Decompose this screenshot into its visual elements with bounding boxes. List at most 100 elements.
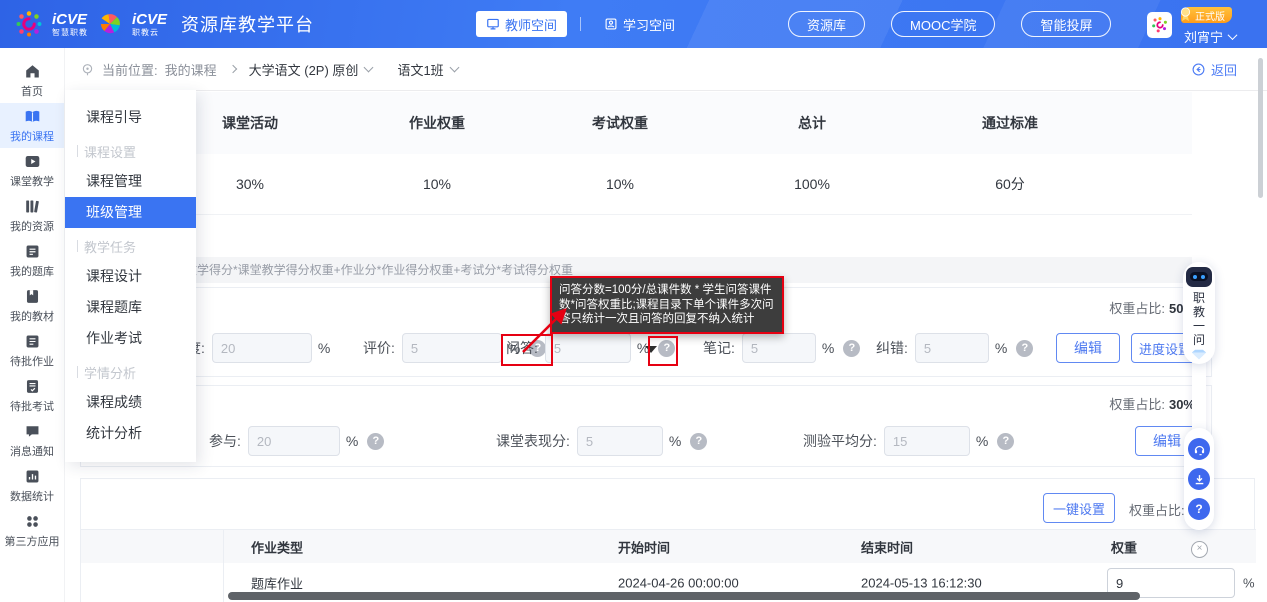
breadcrumb-root[interactable]: 我的课程 bbox=[165, 60, 217, 79]
exam-check-icon bbox=[24, 378, 41, 395]
field-label: 测验平均分: bbox=[803, 431, 877, 451]
homework-list-icon bbox=[24, 333, 41, 350]
menu-item-course-management[interactable]: 课程管理 bbox=[65, 166, 196, 197]
menu-item-course-question-bank[interactable]: 课程题库 bbox=[65, 292, 196, 323]
close-assistant-icon[interactable]: × bbox=[1191, 541, 1208, 558]
user-menu[interactable]: 刘宵宁 bbox=[1184, 27, 1236, 46]
evaluation-input[interactable] bbox=[402, 333, 502, 363]
field-label: 纠错: bbox=[876, 338, 908, 358]
edit-button[interactable]: 编辑 bbox=[1056, 333, 1120, 363]
logo-area: iCVE 智慧职教 iCVE 职教云 资源库教学平台 bbox=[14, 0, 314, 48]
field-error-correction: 纠错: % ? bbox=[876, 333, 1033, 363]
sidebar-item-pending-exams[interactable]: 待批考试 bbox=[0, 373, 64, 418]
menu-item-homework-exam[interactable]: 作业考试 bbox=[65, 323, 196, 354]
sidebar-item-my-courses[interactable]: 我的课程 bbox=[0, 103, 64, 148]
menu-item-statistical-analysis[interactable]: 统计分析 bbox=[65, 418, 196, 449]
sidebar-item-my-resources[interactable]: 我的资源 bbox=[0, 193, 64, 238]
sidebar-item-messages[interactable]: 消息通知 bbox=[0, 418, 64, 463]
menu-item-course-guide[interactable]: 课程引导 bbox=[65, 102, 196, 133]
column-header: 开始时间 bbox=[618, 538, 670, 557]
user-avatar[interactable] bbox=[1147, 12, 1172, 38]
header-nav: 教师空间 学习空间 bbox=[476, 11, 685, 37]
pill-smart-casting[interactable]: 智能投屏 bbox=[1021, 11, 1111, 37]
breadcrumb: 当前位置: 我的课程 大学语文 (2P) 原创 语文1班 bbox=[80, 60, 458, 79]
help-icon[interactable]: ? bbox=[1016, 340, 1033, 357]
start-time-cell: 2024-04-26 00:00:00 bbox=[618, 576, 739, 591]
field-label: 参与: bbox=[209, 431, 241, 451]
menu-item-course-grades[interactable]: 课程成绩 bbox=[65, 387, 196, 418]
one-click-setup-button[interactable]: 一键设置 bbox=[1043, 493, 1115, 523]
sidebar-item-home[interactable]: 首页 bbox=[0, 58, 64, 103]
notes-input[interactable] bbox=[742, 333, 816, 363]
pill-mooc-academy[interactable]: MOOC学院 bbox=[891, 11, 995, 37]
crystal-icon bbox=[1189, 349, 1209, 360]
version-badge-label: 正式版 bbox=[1195, 8, 1225, 23]
qa-input[interactable] bbox=[545, 333, 631, 363]
menu-section-course-settings: 课程设置 bbox=[65, 136, 196, 166]
tooltip-pointer bbox=[645, 346, 657, 353]
sidebar-item-data-statistics[interactable]: 数据统计 bbox=[0, 463, 64, 508]
horizontal-scrollbar[interactable] bbox=[228, 592, 1140, 600]
brand-name: iCVE bbox=[52, 12, 88, 27]
help-icon[interactable]: ? bbox=[367, 433, 384, 450]
app-window: iCVE 智慧职教 iCVE 职教云 资源库教学平台 教师空间 bbox=[0, 0, 1267, 602]
header-quick-links: 资源库 MOOC学院 智能投屏 bbox=[788, 11, 1111, 37]
sidebar-item-label: 待批考试 bbox=[10, 398, 54, 414]
pill-resource-library[interactable]: 资源库 bbox=[788, 11, 865, 37]
sidebar-item-pending-homework[interactable]: 待批作业 bbox=[0, 328, 64, 373]
class-performance-input[interactable] bbox=[577, 426, 663, 456]
assistant-panel[interactable]: 职教一问 bbox=[1183, 262, 1215, 364]
assistant-track bbox=[1192, 358, 1206, 434]
monitor-icon bbox=[486, 17, 500, 31]
customer-service-button[interactable] bbox=[1188, 438, 1210, 460]
help-button[interactable]: ? bbox=[1188, 498, 1210, 520]
chevron-right-icon bbox=[228, 65, 236, 73]
percent-unit: % bbox=[1243, 576, 1255, 591]
nav-learning-space[interactable]: 学习空间 bbox=[594, 11, 685, 37]
back-button[interactable]: 返回 bbox=[1191, 60, 1237, 79]
column-header: 作业权重 bbox=[367, 113, 507, 133]
brand-sub: 智慧职教 bbox=[52, 29, 88, 37]
participation-input[interactable] bbox=[248, 426, 340, 456]
classroom-activity-section: 权重占比:30% 参与: % ? 课堂表现分: % ? 测验平均分: % ? 编… bbox=[80, 385, 1212, 467]
robot-icon bbox=[1186, 267, 1212, 287]
chevron-down-icon bbox=[1228, 30, 1238, 40]
download-button[interactable] bbox=[1188, 468, 1210, 490]
error-correction-input[interactable] bbox=[915, 333, 989, 363]
sidebar-item-label: 我的题库 bbox=[10, 263, 54, 279]
help-icon[interactable]: ? bbox=[690, 433, 707, 450]
progress-input[interactable] bbox=[212, 333, 312, 363]
help-icon[interactable]: ? bbox=[843, 340, 860, 357]
menu-item-course-design[interactable]: 课程设计 bbox=[65, 261, 196, 292]
icve-swirl-logo-icon bbox=[14, 9, 44, 39]
sidebar-item-label: 我的教材 bbox=[10, 308, 54, 324]
headset-icon bbox=[1193, 443, 1206, 456]
menu-item-class-management[interactable]: 班级管理 bbox=[65, 197, 196, 228]
sidebar-item-my-textbooks[interactable]: 我的教材 bbox=[0, 283, 64, 328]
brand-sub: 职教云 bbox=[132, 29, 167, 37]
qa-help-icon[interactable]: ? bbox=[658, 340, 675, 357]
location-label: 当前位置: bbox=[102, 60, 158, 79]
quiz-average-input[interactable] bbox=[884, 426, 970, 456]
sidebar-item-label: 数据统计 bbox=[10, 488, 54, 504]
class-selector[interactable]: 语文1班 bbox=[397, 60, 457, 79]
nav-teacher-space-label: 教师空间 bbox=[505, 15, 557, 34]
weight-ratio: 权重占比:30% bbox=[1109, 394, 1195, 413]
sidebar-item-third-party-apps[interactable]: 第三方应用 bbox=[0, 508, 64, 553]
vertical-scrollbar[interactable] bbox=[1258, 58, 1263, 198]
sidebar-item-classroom-teaching[interactable]: 课堂教学 bbox=[0, 148, 64, 193]
field-participation: 参与: % ? bbox=[209, 426, 384, 456]
nav-learning-space-label: 学习空间 bbox=[623, 15, 675, 34]
column-header: 考试权重 bbox=[550, 113, 690, 133]
medal-icon bbox=[1179, 7, 1192, 23]
sidebar-item-label: 我的课程 bbox=[10, 128, 54, 144]
nav-teacher-space[interactable]: 教师空间 bbox=[476, 11, 567, 37]
percent-unit: % bbox=[346, 433, 358, 449]
field-label: 课堂表现分: bbox=[496, 431, 570, 451]
sidebar-item-my-question-bank[interactable]: 我的题库 bbox=[0, 238, 64, 283]
assistant-name: 职教一问 bbox=[1192, 291, 1206, 347]
column-header: 通过标准 bbox=[940, 113, 1080, 133]
question-bank-icon bbox=[24, 243, 41, 260]
help-icon[interactable]: ? bbox=[997, 433, 1014, 450]
course-selector[interactable]: 大学语文 (2P) 原创 bbox=[249, 60, 373, 79]
